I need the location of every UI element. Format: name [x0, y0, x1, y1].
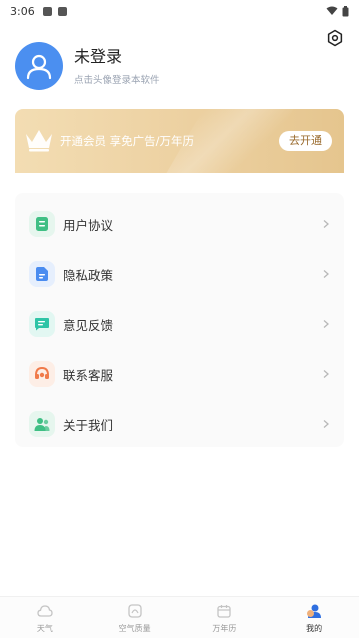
nav-label: 我的	[306, 623, 323, 633]
vip-promo-text: 开通会员 享免广告/万年历	[60, 134, 195, 148]
status-time: 3:06	[10, 4, 35, 18]
notification-app-icon	[57, 6, 67, 16]
nav-label: 空气质量	[118, 623, 151, 633]
chevron-right-icon	[323, 320, 329, 328]
status-bar: 3:06	[0, 0, 359, 22]
profile-icon	[305, 602, 323, 620]
vip-open-button[interactable]: 去开通	[279, 131, 332, 151]
gear-icon	[327, 29, 343, 47]
menu-item-label: 联系客服	[63, 367, 114, 383]
nav-tab-mine[interactable]: 我的	[269, 597, 359, 638]
vip-banner[interactable]: 开通会员 享免广告/万年历 去开通	[15, 109, 344, 173]
menu-item-label: 用户协议	[63, 217, 114, 233]
profile-text: 未登录 点击头像登录本软件	[74, 47, 160, 86]
air-quality-icon	[126, 602, 144, 620]
profile-hint: 点击头像登录本软件	[74, 74, 160, 86]
menu-item-label: 隐私政策	[63, 267, 114, 283]
file-icon	[29, 261, 55, 287]
status-right	[326, 5, 349, 17]
headset-icon	[29, 361, 55, 387]
menu-item-privacy-policy[interactable]: 隐私政策	[15, 249, 344, 299]
chevron-right-icon	[323, 270, 329, 278]
profile-name[interactable]: 未登录	[74, 47, 160, 67]
battery-icon	[342, 5, 349, 16]
settings-menu: 用户协议 隐私政策 意见反馈 联系客服 关于我们	[15, 193, 344, 447]
weather-icon	[36, 602, 54, 620]
notification-image-icon	[42, 6, 52, 16]
menu-item-about-us[interactable]: 关于我们	[15, 399, 344, 449]
document-icon	[29, 211, 55, 237]
wifi-icon	[326, 6, 338, 15]
nav-tab-air-quality[interactable]: 空气质量	[90, 597, 180, 638]
bottom-nav: 天气 空气质量 万年历 我的	[0, 596, 359, 638]
avatar[interactable]	[15, 42, 63, 90]
calendar-icon	[215, 602, 233, 620]
menu-item-label: 关于我们	[63, 417, 114, 433]
menu-item-feedback[interactable]: 意见反馈	[15, 299, 344, 349]
crown-icon	[26, 130, 52, 152]
chevron-right-icon	[323, 220, 329, 228]
people-icon	[29, 411, 55, 437]
chevron-right-icon	[323, 420, 329, 428]
menu-item-customer-service[interactable]: 联系客服	[15, 349, 344, 399]
user-icon	[26, 54, 52, 80]
nav-label: 万年历	[212, 623, 237, 633]
profile-header: 未登录 点击头像登录本软件	[15, 42, 160, 90]
chat-icon	[29, 311, 55, 337]
menu-item-user-agreement[interactable]: 用户协议	[15, 199, 344, 249]
settings-button[interactable]	[325, 28, 345, 48]
chevron-right-icon	[323, 370, 329, 378]
nav-label: 天气	[36, 623, 53, 633]
nav-tab-calendar[interactable]: 万年历	[180, 597, 270, 638]
nav-tab-weather[interactable]: 天气	[0, 597, 90, 638]
menu-item-label: 意见反馈	[63, 317, 114, 333]
